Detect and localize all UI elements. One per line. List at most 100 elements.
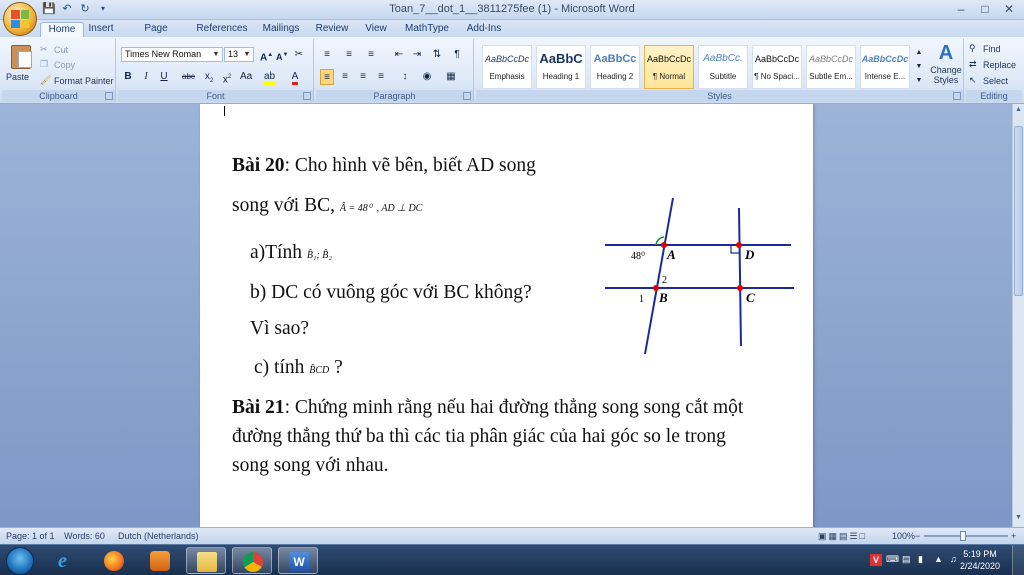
style-subtle-emphasis[interactable]: AaBbCcDc Subtle Em... — [806, 45, 856, 89]
style-heading-1[interactable]: AaBbC Heading 1 — [536, 45, 586, 89]
style-intense-emphasis[interactable]: AaBbCcDc Intense E... — [860, 45, 910, 89]
numbering-button[interactable]: ≡ — [342, 47, 356, 63]
bold-button[interactable]: B — [121, 69, 135, 85]
style-heading-2[interactable]: AaBbCc Heading 2 — [590, 45, 640, 89]
subscript-button[interactable]: x2 — [202, 69, 216, 85]
justify-button[interactable]: ≡ — [374, 69, 388, 85]
style-emphasis[interactable]: AaBbCcDc Emphasis — [482, 45, 532, 89]
zoom-slider-knob[interactable] — [960, 531, 966, 541]
bullets-button[interactable]: ≡ — [320, 47, 334, 63]
grow-font-button[interactable]: A▲ — [258, 47, 275, 63]
tab-home[interactable]: Home — [40, 22, 84, 37]
web-layout-icon[interactable]: ▤ — [839, 531, 850, 541]
zoom-out-icon[interactable]: − — [915, 531, 920, 541]
battery-icon[interactable]: ▮ — [918, 554, 930, 566]
shrink-font-button[interactable]: A▼ — [274, 47, 290, 63]
sort-button[interactable]: ⇅ — [430, 47, 444, 63]
font-name-select[interactable]: Times New Roman ▼ — [121, 47, 223, 62]
borders-button[interactable]: ▦ — [444, 69, 458, 85]
zoom-level[interactable]: 100% — [892, 531, 915, 541]
print-layout-icon[interactable]: ▣ — [818, 531, 829, 541]
select-button[interactable]: ↖ Select — [969, 75, 1008, 86]
multilevel-list-button[interactable]: ≡ — [364, 47, 378, 63]
document-area[interactable]: Bài 20: Cho hình vẽ bên, biết AD song so… — [0, 104, 1012, 527]
language-indicator[interactable]: Dutch (Netherlands) — [118, 531, 199, 541]
find-button[interactable]: ⚲ Find — [969, 43, 1001, 54]
tab-view[interactable]: View — [362, 22, 390, 37]
question-b-2: Vì sao? — [250, 318, 310, 339]
align-right-button[interactable]: ≡ — [356, 69, 370, 85]
align-left-button[interactable]: ≡ — [320, 69, 334, 85]
taskbar-media-player[interactable] — [140, 547, 180, 574]
tab-mailings[interactable]: Mailings — [260, 22, 302, 37]
scroll-thumb[interactable] — [1014, 126, 1023, 296]
minimize-icon[interactable]: – — [950, 1, 972, 17]
line-spacing-button[interactable]: ↕ — [398, 69, 412, 85]
highlight-button[interactable]: ab — [262, 69, 277, 85]
style-no-spacing[interactable]: AaBbCcDc ¶ No Spaci... — [752, 45, 802, 89]
paste-button[interactable] — [8, 42, 34, 70]
taskbar-explorer[interactable] — [186, 547, 226, 574]
clear-formatting-button[interactable]: ✂ — [292, 47, 306, 63]
outline-icon[interactable]: ☰ — [850, 531, 860, 541]
keyboard-icon[interactable]: ⌨ — [886, 554, 899, 566]
clock-time[interactable]: 5:19 PM — [960, 549, 1000, 559]
office-button[interactable] — [3, 2, 37, 36]
styles-more-icon[interactable]: ▼ — [912, 73, 926, 89]
tab-mathtype[interactable]: MathType — [402, 22, 452, 37]
change-styles-button[interactable]: A Change Styles — [928, 41, 964, 85]
tab-references[interactable]: References — [196, 22, 248, 37]
tab-insert[interactable]: Insert — [86, 22, 116, 37]
decrease-indent-button[interactable]: ⇤ — [392, 47, 406, 63]
shading-button[interactable]: ◉ — [420, 69, 434, 85]
word-count[interactable]: Words: 60 — [64, 531, 105, 541]
tab-page-layout[interactable]: Page Layout — [128, 22, 184, 48]
taskbar-chrome[interactable] — [232, 547, 272, 574]
zoom-slider[interactable] — [924, 535, 1008, 537]
draft-icon[interactable]: □ — [860, 531, 867, 541]
maximize-icon[interactable]: □ — [974, 1, 996, 17]
styles-launcher-icon[interactable] — [953, 92, 961, 100]
start-button[interactable] — [6, 547, 34, 575]
style-normal[interactable]: AaBbCcDc ¶ Normal — [644, 45, 694, 89]
tab-review[interactable]: Review — [314, 22, 350, 37]
increase-indent-button[interactable]: ⇥ — [410, 47, 424, 63]
align-center-button[interactable]: ≡ — [338, 69, 352, 85]
style-subtitle[interactable]: AaBbCc. Subtitle — [698, 45, 748, 89]
font-launcher-icon[interactable] — [303, 92, 311, 100]
font-size-select[interactable]: 13 ▼ — [224, 47, 254, 62]
style-name: Heading 1 — [542, 72, 580, 81]
taskbar-firefox[interactable] — [94, 547, 134, 574]
copy-button[interactable]: ❐ Copy — [40, 59, 75, 70]
full-screen-icon[interactable]: ▦ — [829, 531, 840, 541]
scroll-up-icon[interactable]: ▲ — [1013, 106, 1024, 117]
antivirus-icon[interactable]: V — [870, 554, 882, 566]
document-page[interactable]: Bài 20: Cho hình vẽ bên, biết AD song so… — [200, 104, 813, 527]
superscript-button[interactable]: x2 — [220, 69, 234, 85]
format-painter-button[interactable]: 🖌 Format Painter — [40, 75, 114, 86]
paragraph-launcher-icon[interactable] — [463, 92, 471, 100]
zoom-in-icon[interactable]: + — [1011, 531, 1016, 541]
italic-button[interactable]: I — [139, 69, 153, 85]
close-icon[interactable]: ✕ — [998, 1, 1020, 17]
show-desktop-button[interactable] — [1012, 545, 1024, 575]
clipboard-launcher-icon[interactable] — [105, 92, 113, 100]
underline-button[interactable]: U — [157, 69, 171, 85]
vertical-scrollbar[interactable]: ▲ ▼ — [1012, 104, 1024, 527]
network-icon[interactable]: ▤ — [902, 554, 914, 566]
change-case-button[interactable]: Aa — [238, 69, 254, 85]
replace-button[interactable]: ⇄ Replace — [969, 59, 1016, 70]
signal-icon[interactable]: ▲ — [934, 554, 946, 566]
font-color-button[interactable]: A — [288, 69, 302, 85]
strikethrough-button[interactable]: abc — [180, 69, 197, 85]
style-name: ¶ Normal — [652, 72, 686, 81]
taskbar-ie[interactable]: e — [48, 547, 88, 574]
cut-button[interactable]: ✂ Cut — [40, 44, 68, 55]
page-count[interactable]: Page: 1 of 1 — [6, 531, 55, 541]
tab-add-ins[interactable]: Add-Ins — [464, 22, 504, 37]
show-marks-button[interactable]: ¶ — [450, 47, 464, 63]
taskbar-word[interactable]: W — [278, 547, 318, 574]
paste-label[interactable]: Paste — [6, 72, 29, 82]
clock-date[interactable]: 2/24/2020 — [958, 561, 1002, 571]
scroll-down-icon[interactable]: ▼ — [1013, 514, 1024, 525]
